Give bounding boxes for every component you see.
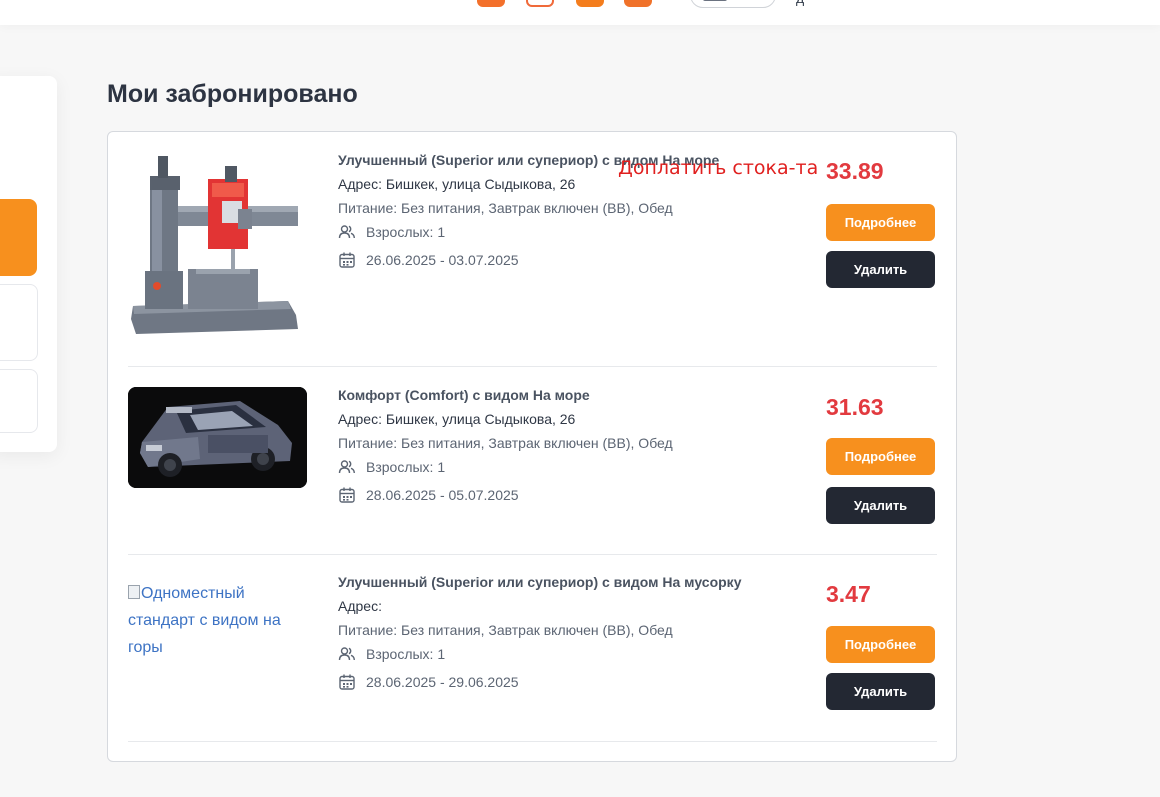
booking-price: 33.89 bbox=[826, 158, 884, 184]
car-image bbox=[128, 387, 307, 488]
booking-info: Комфорт (Comfort) с видом На море Адрес:… bbox=[338, 386, 818, 514]
booking-dates: 28.06.2025 - 29.06.2025 bbox=[338, 673, 818, 701]
delete-button[interactable]: Удалить bbox=[826, 251, 935, 288]
booking-meal: Питание: Без питания, Завтрак включен (B… bbox=[338, 622, 673, 638]
language-switch[interactable] bbox=[690, 0, 776, 8]
broken-image-icon bbox=[128, 585, 140, 599]
booking-guests: Взрослых: 1 bbox=[338, 223, 818, 251]
booking-item: Комфорт (Comfort) с видом На море Адрес:… bbox=[128, 367, 937, 555]
image-alt-text: Одноместный стандарт с видом на горы bbox=[128, 585, 281, 656]
calendar-icon bbox=[339, 252, 355, 268]
delete-button[interactable]: Удалить bbox=[826, 673, 935, 710]
guests-label: Взрослых: 1 bbox=[366, 646, 446, 662]
booking-dates: 28.06.2025 - 05.07.2025 bbox=[338, 486, 818, 514]
page-title: Мои забронировано bbox=[107, 80, 358, 108]
details-button[interactable]: Подробнее bbox=[826, 438, 935, 475]
social-icon[interactable] bbox=[624, 0, 652, 7]
booking-item: Одноместный стандарт с видом на горы Улу… bbox=[128, 555, 937, 742]
payment-notice: Доплатить стока-та bbox=[618, 157, 819, 179]
room-name: Комфорт (Comfort) с видом На море bbox=[338, 387, 590, 403]
booking-image-broken: Одноместный стандарт с видом на горы bbox=[128, 580, 308, 661]
youtube-icon[interactable] bbox=[526, 0, 554, 7]
booking-info: Улучшенный (Superior или супериор) с вид… bbox=[338, 573, 818, 701]
details-button[interactable]: Подробнее bbox=[826, 626, 935, 663]
header-text: д bbox=[796, 0, 804, 6]
dates-label: 26.06.2025 - 03.07.2025 bbox=[366, 252, 519, 268]
guests-label: Взрослых: 1 bbox=[366, 459, 446, 475]
social-icon[interactable] bbox=[576, 0, 604, 7]
details-button[interactable]: Подробнее bbox=[826, 204, 935, 241]
bookings-list: Улучшенный (Superior или супериор) с вид… bbox=[107, 131, 957, 762]
sidebar-item[interactable] bbox=[0, 284, 38, 361]
users-icon bbox=[338, 460, 355, 474]
users-icon bbox=[338, 225, 355, 239]
booking-address: Адрес: bbox=[338, 598, 382, 614]
booking-guests: Взрослых: 1 bbox=[338, 458, 818, 486]
radial-drill-image bbox=[128, 151, 307, 341]
room-name: Улучшенный (Superior или супериор) с вид… bbox=[338, 574, 742, 590]
booking-address: Адрес: Бишкек, улица Сыдыкова, 26 bbox=[338, 411, 576, 427]
guests-label: Взрослых: 1 bbox=[366, 224, 446, 240]
social-icon[interactable] bbox=[477, 0, 505, 7]
booking-image bbox=[128, 151, 307, 341]
top-header: д bbox=[0, 0, 1160, 25]
delete-button[interactable]: Удалить bbox=[826, 487, 935, 524]
calendar-icon bbox=[339, 674, 355, 690]
dates-label: 28.06.2025 - 05.07.2025 bbox=[366, 487, 519, 503]
booking-guests: Взрослых: 1 bbox=[338, 645, 818, 673]
booking-dates: 26.06.2025 - 03.07.2025 bbox=[338, 251, 818, 279]
booking-price: 3.47 bbox=[826, 581, 871, 607]
users-icon bbox=[338, 647, 355, 661]
sidebar-item[interactable] bbox=[0, 369, 38, 433]
sidebar-item-active[interactable] bbox=[0, 199, 37, 276]
dates-label: 28.06.2025 - 29.06.2025 bbox=[366, 674, 519, 690]
booking-meal: Питание: Без питания, Завтрак включен (B… bbox=[338, 200, 673, 216]
booking-item: Улучшенный (Superior или супериор) с вид… bbox=[128, 151, 937, 367]
booking-price: 31.63 bbox=[826, 394, 884, 420]
calendar-icon bbox=[339, 487, 355, 503]
booking-meal: Питание: Без питания, Завтрак включен (B… bbox=[338, 435, 673, 451]
booking-image bbox=[128, 387, 307, 488]
